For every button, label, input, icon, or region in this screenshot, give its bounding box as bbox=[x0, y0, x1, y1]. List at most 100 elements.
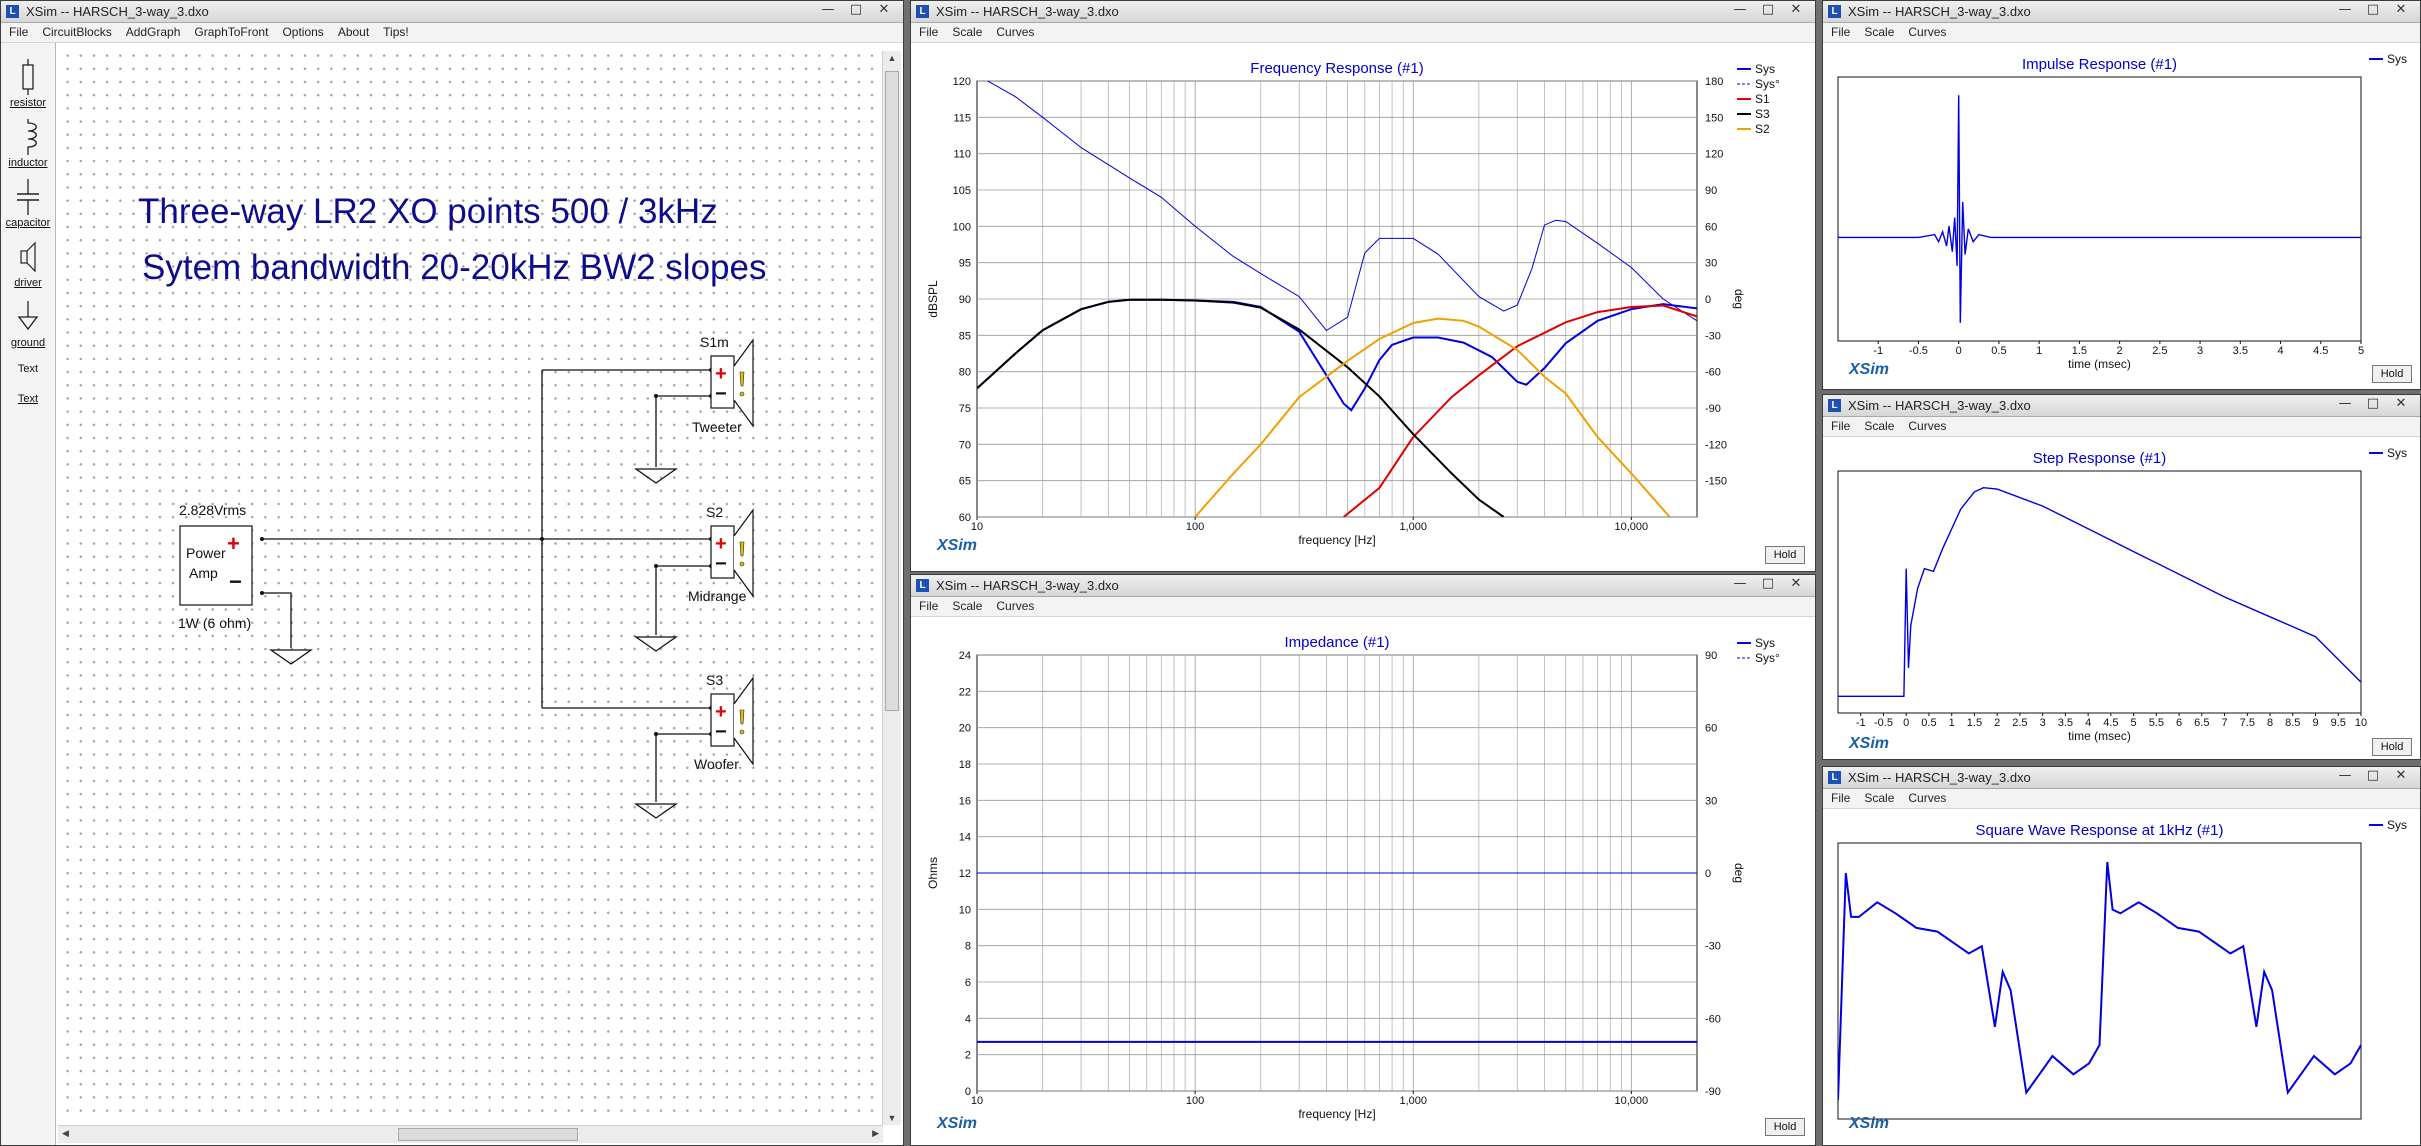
maximize-icon[interactable]: □ bbox=[2360, 396, 2386, 413]
menu-tips[interactable]: Tips! bbox=[375, 23, 415, 39]
menu-curves[interactable]: Curves bbox=[1900, 417, 1952, 433]
tool-inductor[interactable]: inductor bbox=[1, 117, 55, 173]
close-icon[interactable]: ✕ bbox=[1783, 576, 1809, 593]
tool-resistor[interactable]: resistor bbox=[1, 57, 55, 113]
menu-file[interactable]: File bbox=[911, 597, 944, 613]
scrollbar-thumb[interactable] bbox=[398, 1128, 578, 1141]
maximize-icon[interactable]: □ bbox=[1755, 2, 1781, 19]
y-tick-label: 18 bbox=[959, 759, 971, 771]
menu-scale[interactable]: Scale bbox=[1856, 23, 1900, 39]
amp-rating-label: 1W (6 ohm) bbox=[178, 615, 252, 631]
x-tick-label: 1 bbox=[2036, 345, 2042, 357]
menu-scale[interactable]: Scale bbox=[1856, 417, 1900, 433]
scroll-up-icon[interactable]: ▲ bbox=[883, 53, 901, 63]
step-response-chart[interactable]: Step Response (#1) -1 -0.5 0 0.5 1 1.5 2 2.5 3 3.5… bbox=[1823, 437, 2421, 760]
driver-name-label[interactable]: Midrange bbox=[688, 588, 746, 604]
legend-entry: Sys° bbox=[1755, 77, 1780, 91]
menu-curves[interactable]: Curves bbox=[988, 597, 1040, 613]
menu-file[interactable]: File bbox=[1823, 23, 1856, 39]
menu-circuitblocks[interactable]: CircuitBlocks bbox=[34, 23, 117, 39]
close-icon[interactable]: ✕ bbox=[871, 2, 897, 19]
tool-text[interactable]: Text bbox=[1, 363, 55, 383]
menu-file[interactable]: File bbox=[1823, 417, 1856, 433]
minimize-icon[interactable]: — bbox=[1727, 576, 1753, 593]
x-axis-label: time (msec) bbox=[2068, 357, 2131, 371]
impedance-chart[interactable]: Impedance (#1)10 100 1,000 10,000frequency … bbox=[911, 617, 1816, 1146]
scrollbar-thumb[interactable] bbox=[885, 71, 899, 711]
scroll-left-icon[interactable]: ◀ bbox=[62, 1128, 69, 1139]
close-icon[interactable]: ✕ bbox=[2388, 768, 2414, 785]
close-icon[interactable]: ✕ bbox=[2388, 396, 2414, 413]
menu-scale[interactable]: Scale bbox=[944, 597, 988, 613]
menu-scale[interactable]: Scale bbox=[1856, 789, 1900, 805]
minimize-icon[interactable]: — bbox=[2332, 768, 2358, 785]
menu-graphtofront[interactable]: GraphToFront bbox=[186, 23, 274, 39]
amp-label-line2[interactable]: Amp bbox=[189, 565, 218, 581]
legend-entry: Sys bbox=[2387, 818, 2407, 832]
amp-label-line1[interactable]: Power bbox=[186, 545, 226, 561]
chart-title: Impedance (#1) bbox=[1284, 634, 1389, 651]
square-wave-chart[interactable]: Square Wave Response at 1kHz (#1) Sys bbox=[1823, 809, 2421, 1146]
y-tick-label: 80 bbox=[959, 367, 971, 379]
scroll-down-icon[interactable]: ▼ bbox=[883, 1113, 901, 1123]
x-tick-label: 0 bbox=[1903, 717, 1909, 729]
menu-file[interactable]: File bbox=[1, 23, 34, 39]
y-tick-label: 75 bbox=[959, 403, 971, 415]
impulse-response-chart[interactable]: Impulse Response (#1) -1 -0.5 0 0.5 1 1.5 2 2.5 3… bbox=[1823, 43, 2421, 390]
maximize-icon[interactable]: □ bbox=[2360, 2, 2386, 19]
minimize-icon[interactable]: — bbox=[815, 2, 841, 19]
minimize-icon[interactable]: — bbox=[2332, 396, 2358, 413]
menu-options[interactable]: Options bbox=[274, 23, 329, 39]
close-icon[interactable]: ✕ bbox=[2388, 2, 2414, 19]
legend-entry: S1 bbox=[1755, 92, 1770, 106]
menu-about[interactable]: About bbox=[330, 23, 375, 39]
app-icon: L bbox=[916, 579, 929, 592]
window-title: XSim -- HARSCH_3-way_3.dxo bbox=[936, 4, 1119, 19]
x-tick-label: -1 bbox=[1856, 717, 1866, 729]
maximize-icon[interactable]: □ bbox=[843, 2, 869, 19]
impulse-response-window: L XSim -- HARSCH_3-way_3.dxo — □ ✕ File S… bbox=[1822, 0, 2421, 390]
y-tick-label: 65 bbox=[959, 476, 971, 488]
app-icon: L bbox=[1828, 399, 1841, 412]
title-bar[interactable]: L XSim -- HARSCH_3-way_3.dxo — □ ✕ bbox=[1823, 767, 2420, 789]
menu-file[interactable]: File bbox=[911, 23, 944, 39]
x-tick-label: 6 bbox=[2176, 717, 2182, 729]
minimize-icon[interactable]: — bbox=[1727, 2, 1753, 19]
tool-driver[interactable]: driver bbox=[1, 237, 55, 293]
maximize-icon[interactable]: □ bbox=[1755, 576, 1781, 593]
driver-name-label[interactable]: Tweeter bbox=[692, 419, 742, 435]
title-bar[interactable]: L XSim -- HARSCH_3-way_3.dxo — □ ✕ bbox=[1823, 395, 2420, 417]
schematic-heading-1[interactable]: Three-way LR2 XO points 500 / 3kHz bbox=[138, 192, 718, 232]
menu-bar: File Scale Curves bbox=[911, 597, 1815, 617]
close-icon[interactable]: ✕ bbox=[1783, 2, 1809, 19]
frequency-response-chart[interactable]: Frequency Response (#1) 10 100 1,000 10,000 f… bbox=[911, 43, 1816, 572]
hold-button[interactable]: Hold bbox=[1765, 1118, 1805, 1136]
hold-button[interactable]: Hold bbox=[1765, 546, 1805, 564]
title-bar[interactable]: L XSim -- HARSCH_3-way_3.dxo — □ ✕ bbox=[911, 575, 1815, 597]
y2-tick-label: 180 bbox=[1705, 76, 1723, 88]
frequency-response-window: L XSim -- HARSCH_3-way_3.dxo — □ ✕ File S… bbox=[910, 0, 1816, 572]
hold-button[interactable]: Hold bbox=[2372, 738, 2412, 756]
driver-name-label[interactable]: Woofer bbox=[694, 756, 739, 772]
minimize-icon[interactable]: — bbox=[2332, 2, 2358, 19]
schematic-heading-2[interactable]: Sytem bandwidth 20-20kHz BW2 slopes bbox=[142, 248, 766, 288]
x-tick-label: 3.5 bbox=[2058, 717, 2073, 729]
menu-curves[interactable]: Curves bbox=[988, 23, 1040, 39]
component-toolbox: resistor inductor capacitor driver groun… bbox=[1, 43, 56, 1145]
tool-ground[interactable]: ground bbox=[1, 297, 55, 353]
maximize-icon[interactable]: □ bbox=[2360, 768, 2386, 785]
horizontal-scrollbar[interactable]: ◀ ▶ bbox=[58, 1125, 883, 1143]
hold-button[interactable]: Hold bbox=[2372, 365, 2412, 383]
title-bar[interactable]: L XSim -- HARSCH_3-way_3.dxo — □ ✕ bbox=[1, 1, 903, 23]
title-bar[interactable]: L XSim -- HARSCH_3-way_3.dxo — □ ✕ bbox=[911, 1, 1815, 23]
menu-curves[interactable]: Curves bbox=[1900, 789, 1952, 805]
menu-curves[interactable]: Curves bbox=[1900, 23, 1952, 39]
vertical-scrollbar[interactable]: ▲ ▼ bbox=[882, 51, 901, 1125]
menu-scale[interactable]: Scale bbox=[944, 23, 988, 39]
tool-capacitor[interactable]: capacitor bbox=[1, 177, 55, 233]
title-bar[interactable]: L XSim -- HARSCH_3-way_3.dxo — □ ✕ bbox=[1823, 1, 2420, 23]
scroll-right-icon[interactable]: ▶ bbox=[872, 1128, 879, 1139]
tool-text-link[interactable]: Text bbox=[1, 393, 55, 413]
menu-addgraph[interactable]: AddGraph bbox=[118, 23, 187, 39]
menu-file[interactable]: File bbox=[1823, 789, 1856, 805]
